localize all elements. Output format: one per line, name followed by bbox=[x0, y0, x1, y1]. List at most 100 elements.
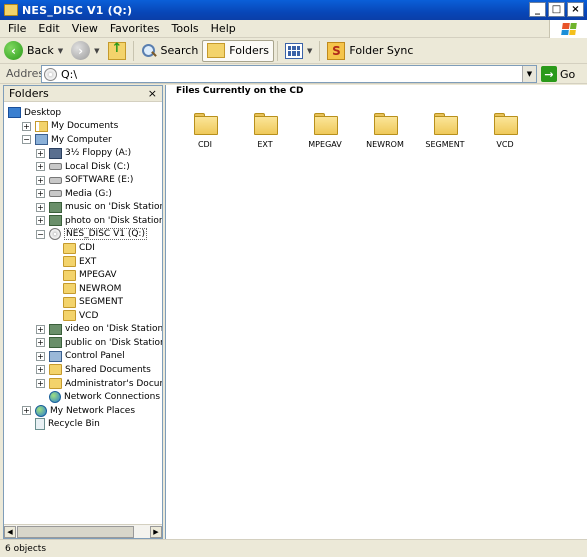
address-bar: Address ▼ → Go bbox=[0, 64, 587, 84]
tree-item[interactable]: + Local Disk (C:) bbox=[36, 160, 130, 173]
go-button[interactable]: → Go bbox=[541, 65, 575, 83]
expand-icon[interactable]: + bbox=[22, 121, 31, 131]
tree-item[interactable]: Desktop bbox=[8, 106, 61, 119]
expand-icon[interactable]: + bbox=[36, 351, 45, 361]
expand-icon[interactable]: + bbox=[36, 189, 45, 199]
tree-item[interactable]: + Shared Documents bbox=[36, 363, 151, 376]
tree-item[interactable]: MPEGAV bbox=[63, 269, 117, 282]
expand-icon[interactable]: + bbox=[36, 379, 45, 388]
menu-view[interactable]: View bbox=[66, 22, 104, 35]
expand-icon[interactable]: + bbox=[36, 175, 45, 185]
collapse-icon[interactable]: − bbox=[22, 135, 31, 145]
window-controls: _ □ × bbox=[529, 2, 584, 17]
tree-item[interactable]: + Media (G:) bbox=[36, 187, 112, 200]
expand-icon[interactable]: + bbox=[36, 216, 45, 226]
tree-item[interactable]: + video on 'Disk Station (192.1 bbox=[36, 323, 162, 336]
scroll-thumb[interactable] bbox=[17, 526, 134, 538]
tree-item[interactable]: + photo on 'Disk Station (192. bbox=[36, 214, 162, 227]
file-item[interactable]: VCD bbox=[477, 113, 533, 149]
tree-item[interactable]: − My Computer bbox=[22, 133, 112, 146]
tree-item-label: 3½ Floppy (A:) bbox=[65, 148, 132, 159]
tree-item-label: video on 'Disk Station (192.1 bbox=[65, 324, 162, 335]
tree-item[interactable]: VCD bbox=[63, 309, 98, 322]
menu-favorites[interactable]: Favorites bbox=[104, 22, 166, 35]
folders-pane: Folders × Desktop + My Documents − My Comput… bbox=[3, 85, 163, 539]
folder-sync-icon: S bbox=[327, 41, 346, 60]
folders-button[interactable]: Folders bbox=[202, 39, 275, 62]
control-panel-icon bbox=[49, 350, 62, 362]
minimize-button[interactable]: _ bbox=[529, 2, 546, 17]
folders-pane-close-button[interactable]: × bbox=[148, 87, 157, 100]
tree-item[interactable]: EXT bbox=[63, 255, 96, 268]
close-button[interactable]: × bbox=[567, 2, 584, 17]
tree-item-label: Network Connections bbox=[64, 392, 161, 403]
up-button[interactable] bbox=[104, 40, 130, 62]
menu-file[interactable]: File bbox=[0, 22, 32, 35]
horizontal-scrollbar[interactable]: ◀ ▶ bbox=[4, 524, 162, 538]
tree-item[interactable]: SEGMENT bbox=[63, 296, 123, 309]
expand-icon[interactable]: + bbox=[36, 148, 45, 158]
maximize-button[interactable]: □ bbox=[548, 2, 565, 17]
file-item[interactable]: EXT bbox=[237, 113, 293, 149]
back-label: Back bbox=[27, 44, 54, 57]
status-bar: 6 objects bbox=[0, 539, 587, 557]
folder-icon bbox=[63, 269, 76, 281]
menu-edit[interactable]: Edit bbox=[32, 22, 65, 35]
back-dropdown-icon[interactable]: ▼ bbox=[58, 47, 63, 55]
folder-icon bbox=[314, 113, 338, 135]
file-item[interactable]: CDI bbox=[177, 113, 233, 149]
tree-item-label: NEWROM bbox=[79, 283, 122, 294]
tree-item[interactable]: Recycle Bin bbox=[35, 418, 100, 431]
folder-icon bbox=[49, 378, 62, 389]
menu-help[interactable]: Help bbox=[205, 22, 242, 35]
file-item-label: MPEGAV bbox=[308, 140, 342, 149]
views-dropdown-icon[interactable]: ▼ bbox=[307, 47, 312, 55]
file-item[interactable]: MPEGAV bbox=[297, 113, 353, 149]
tree-item[interactable]: − NES_DISC V1 (Q:) bbox=[36, 228, 147, 241]
scroll-right-icon[interactable]: ▶ bbox=[150, 526, 162, 538]
tree-item[interactable]: + music on 'Disk Station (192.1 bbox=[36, 201, 162, 214]
tree-item[interactable]: + My Network Places bbox=[22, 404, 135, 417]
recycle-bin-icon bbox=[35, 418, 45, 431]
file-item[interactable]: SEGMENT bbox=[417, 113, 473, 149]
folders-pane-title: Folders bbox=[9, 87, 49, 100]
tree-item[interactable]: + Control Panel bbox=[36, 350, 125, 363]
toolbar-separator bbox=[277, 40, 279, 61]
folder-icon bbox=[63, 256, 76, 268]
collapse-icon[interactable]: − bbox=[36, 229, 45, 239]
tree-item[interactable]: CDI bbox=[63, 242, 95, 255]
folder-icon bbox=[63, 242, 76, 254]
forward-dropdown-icon[interactable]: ▼ bbox=[94, 47, 99, 55]
title-bar: NES_DISC V1 (Q:) _ □ × bbox=[0, 0, 587, 20]
menu-tools[interactable]: Tools bbox=[166, 22, 205, 35]
tree-item[interactable]: + Administrator's Documents bbox=[36, 377, 162, 390]
expand-icon[interactable]: + bbox=[22, 406, 31, 416]
tree-item-label: My Computer bbox=[51, 134, 112, 145]
expand-icon[interactable]: + bbox=[36, 324, 45, 334]
tree-item[interactable]: NEWROM bbox=[63, 282, 121, 295]
views-button[interactable]: ▼ bbox=[281, 40, 316, 62]
folder-sync-button[interactable]: S Folder Sync bbox=[323, 40, 417, 62]
tree-item[interactable]: Network Connections bbox=[49, 391, 160, 404]
search-button[interactable]: Search bbox=[137, 40, 203, 62]
folder-tree: Desktop + My Documents − My Computer +3½ Flop… bbox=[4, 102, 162, 522]
address-dropdown-icon[interactable]: ▼ bbox=[522, 66, 536, 82]
expand-icon[interactable]: + bbox=[36, 338, 45, 348]
forward-button[interactable]: › ▼ bbox=[67, 40, 103, 62]
tree-item-label: Shared Documents bbox=[65, 364, 151, 375]
address-input[interactable] bbox=[61, 67, 536, 81]
expand-icon[interactable]: + bbox=[36, 162, 45, 172]
folder-icon bbox=[63, 283, 76, 295]
back-button[interactable]: ‹ Back ▼ bbox=[0, 40, 67, 62]
scroll-left-icon[interactable]: ◀ bbox=[4, 526, 16, 538]
tree-item[interactable]: + public on 'Disk Station (192. bbox=[36, 336, 162, 349]
file-item[interactable]: NEWROM bbox=[357, 113, 413, 149]
toolbar-separator bbox=[132, 40, 134, 61]
address-field[interactable]: ▼ bbox=[41, 65, 537, 83]
tree-item[interactable]: + SOFTWARE (E:) bbox=[36, 174, 133, 187]
tree-item-label: public on 'Disk Station (192. bbox=[65, 337, 162, 348]
expand-icon[interactable]: + bbox=[36, 365, 45, 375]
tree-item[interactable]: + My Documents bbox=[22, 120, 118, 133]
expand-icon[interactable]: + bbox=[36, 202, 45, 212]
tree-item[interactable]: +3½ Floppy (A:) bbox=[36, 147, 131, 160]
